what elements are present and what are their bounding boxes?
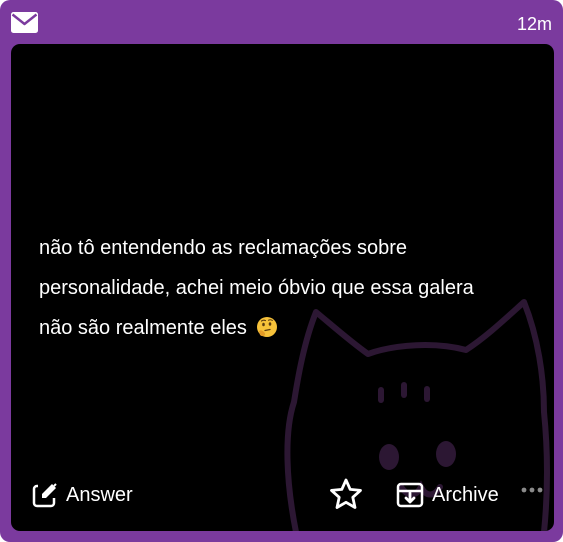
question-card: 12m não tô entendendo as reclamações sob… bbox=[0, 0, 563, 542]
question-line-2: personalidade, achei meio óbvio que essa… bbox=[39, 277, 474, 299]
question-panel: não tô entendendo as reclamações sobre p… bbox=[11, 44, 554, 531]
question-text: não tô entendendo as reclamações sobre p… bbox=[39, 228, 529, 348]
question-line-3-text: não são realmente eles bbox=[39, 317, 247, 339]
more-options-button[interactable] bbox=[521, 486, 543, 494]
star-button[interactable] bbox=[329, 477, 363, 511]
archive-icon bbox=[396, 482, 424, 508]
envelope-icon bbox=[11, 12, 38, 33]
answer-button[interactable]: Answer bbox=[32, 481, 133, 509]
archive-label: Archive bbox=[432, 484, 499, 506]
question-line-1: não tô entendendo as reclamações sobre bbox=[39, 237, 408, 259]
edit-icon bbox=[32, 482, 58, 508]
action-bar: Answer Archive bbox=[11, 477, 554, 513]
card-header: 12m bbox=[0, 0, 563, 44]
question-line-3: não são realmente eles bbox=[39, 308, 529, 348]
thinking-face-emoji-icon bbox=[257, 316, 278, 337]
star-icon bbox=[330, 478, 362, 509]
more-dots-icon bbox=[521, 487, 543, 493]
timestamp: 12m bbox=[516, 14, 552, 34]
answer-label: Answer bbox=[66, 484, 133, 506]
archive-button[interactable]: Archive bbox=[396, 481, 499, 509]
